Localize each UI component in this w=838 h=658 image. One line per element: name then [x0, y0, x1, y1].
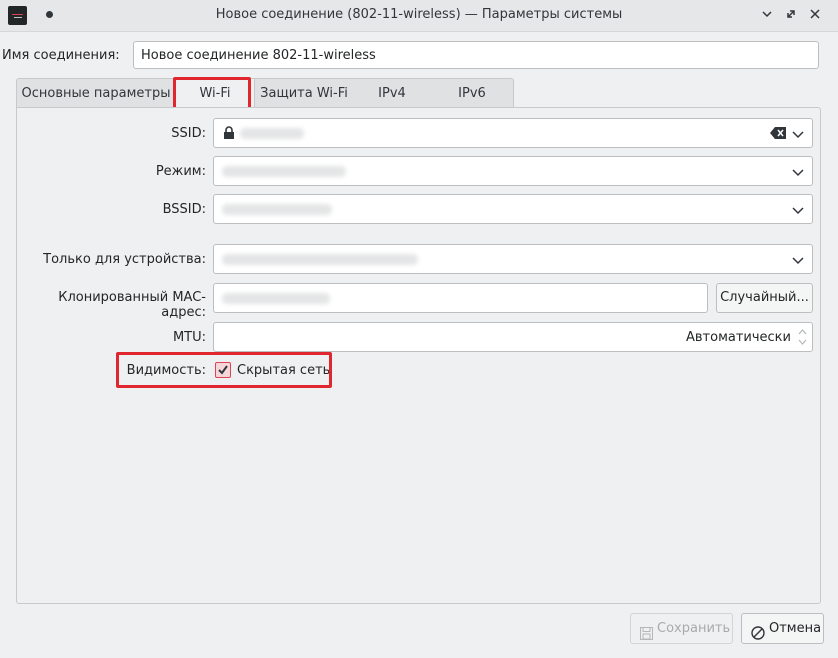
chevron-down-icon[interactable]	[792, 128, 804, 139]
hidden-network-label[interactable]: Скрытая сеть	[237, 363, 330, 378]
hidden-network-checkbox[interactable]	[215, 362, 231, 378]
device-select[interactable]	[213, 244, 813, 274]
chevron-down-icon[interactable]	[792, 254, 804, 265]
ssid-label: SSID:	[171, 126, 206, 141]
cancel-label: Отмена	[769, 621, 822, 636]
cancel-button[interactable]: Отмена	[741, 613, 824, 644]
mac-value-redacted	[222, 293, 330, 304]
cancel-icon	[751, 622, 765, 651]
connection-name-label: Имя соединения:	[2, 48, 120, 63]
cloned-mac-input[interactable]	[213, 283, 708, 313]
mode-select[interactable]	[213, 156, 813, 186]
minimize-icon[interactable]	[758, 6, 776, 24]
device-label: Только для устройства:	[43, 252, 206, 267]
device-value-redacted	[222, 254, 418, 265]
chevron-down-icon[interactable]	[792, 204, 804, 215]
clear-icon[interactable]	[770, 127, 786, 143]
lock-icon	[223, 126, 235, 143]
spin-arrows-icon[interactable]	[798, 328, 807, 350]
ssid-combobox[interactable]	[213, 118, 813, 148]
mtu-spinbox[interactable]: Автоматически	[213, 322, 813, 352]
tab-general[interactable]: Основные параметры	[17, 79, 175, 109]
chevron-down-icon[interactable]	[792, 166, 804, 177]
close-icon[interactable]	[806, 6, 824, 24]
save-icon	[640, 622, 653, 651]
bssid-value-redacted	[222, 204, 332, 215]
check-icon	[218, 365, 228, 375]
tab-bar: Основные параметры Wi-Fi Защита Wi-Fi IP…	[16, 78, 514, 110]
tab-wifi[interactable]: Wi-Fi	[175, 79, 255, 110]
window-title: Новое соединение (802-11-wireless) — Пар…	[215, 7, 623, 22]
title-bar: Новое соединение (802-11-wireless) — Пар…	[0, 0, 838, 32]
random-mac-button[interactable]: Случайный...	[716, 283, 813, 313]
visibility-label: Видимость:	[126, 363, 206, 378]
mtu-value: Автоматически	[685, 330, 791, 345]
mode-value-redacted	[222, 166, 346, 177]
maximize-icon[interactable]	[782, 6, 800, 24]
bssid-label: BSSID:	[162, 202, 206, 217]
save-label: Сохранить	[657, 621, 731, 636]
tab-ipv4[interactable]: IPv4	[355, 79, 429, 109]
cloned-mac-label: Клонированный MAC-адрес:	[58, 290, 206, 320]
tab-ipv6[interactable]: IPv6	[435, 79, 509, 109]
save-button[interactable]: Сохранить	[630, 613, 733, 644]
tab-wifi-security[interactable]: Защита Wi-Fi	[257, 79, 351, 109]
mtu-label: MTU:	[172, 330, 206, 345]
mode-label: Режим:	[155, 164, 206, 179]
connection-name-input[interactable]: Новое соединение 802-11-wireless	[133, 41, 819, 69]
bssid-combobox[interactable]	[213, 194, 813, 224]
ssid-value-redacted	[240, 128, 304, 139]
